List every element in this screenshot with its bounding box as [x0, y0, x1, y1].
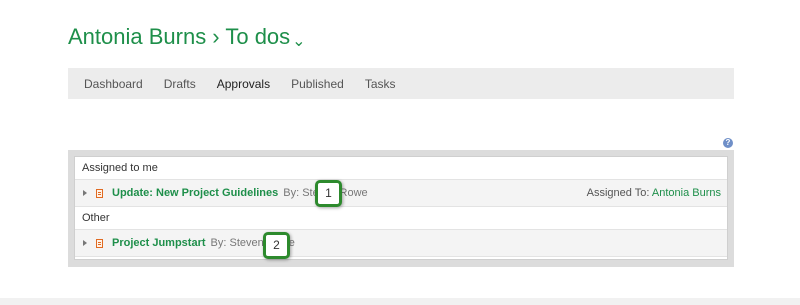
assigned-to-label: Assigned To:: [586, 187, 650, 199]
callout-badge-2: 2: [263, 232, 290, 259]
tab-dashboard[interactable]: Dashboard: [84, 77, 143, 91]
list-item[interactable]: Project Jumpstart By: Steven Rowe: [75, 230, 727, 257]
section-header-other: Other: [75, 207, 727, 230]
todo-list: Assigned to me Update: New Project Guide…: [74, 156, 728, 260]
section-header-assigned: Assigned to me: [75, 157, 727, 180]
tab-drafts[interactable]: Drafts: [164, 77, 196, 91]
footer-bar: [0, 298, 800, 305]
chevron-down-icon[interactable]: ⌄: [292, 31, 305, 51]
assigned-to-name[interactable]: Antonia Burns: [652, 187, 721, 199]
nav-bar: Dashboard Drafts Approvals Published Tas…: [68, 68, 734, 99]
item-title-link[interactable]: Project Jumpstart: [112, 237, 206, 249]
tab-published[interactable]: Published: [291, 77, 344, 91]
help-icon[interactable]: ?: [723, 138, 733, 148]
todo-panel: Assigned to me Update: New Project Guide…: [68, 150, 734, 267]
item-title-link[interactable]: Update: New Project Guidelines: [112, 187, 278, 199]
expand-caret-icon[interactable]: [83, 240, 87, 246]
callout-badge-1: 1: [315, 180, 342, 207]
page-title-text: Antonia Burns › To dos: [68, 24, 291, 49]
tab-tasks[interactable]: Tasks: [365, 77, 396, 91]
list-item[interactable]: Update: New Project Guidelines By: Steve…: [75, 180, 727, 207]
document-icon: [96, 238, 103, 248]
tab-approvals[interactable]: Approvals: [217, 77, 270, 91]
page-title[interactable]: Antonia Burns › To dos ⌄: [68, 24, 306, 51]
expand-caret-icon[interactable]: [83, 190, 87, 196]
assigned-to: Assigned To: Antonia Burns: [587, 187, 721, 199]
document-icon: [96, 188, 103, 198]
